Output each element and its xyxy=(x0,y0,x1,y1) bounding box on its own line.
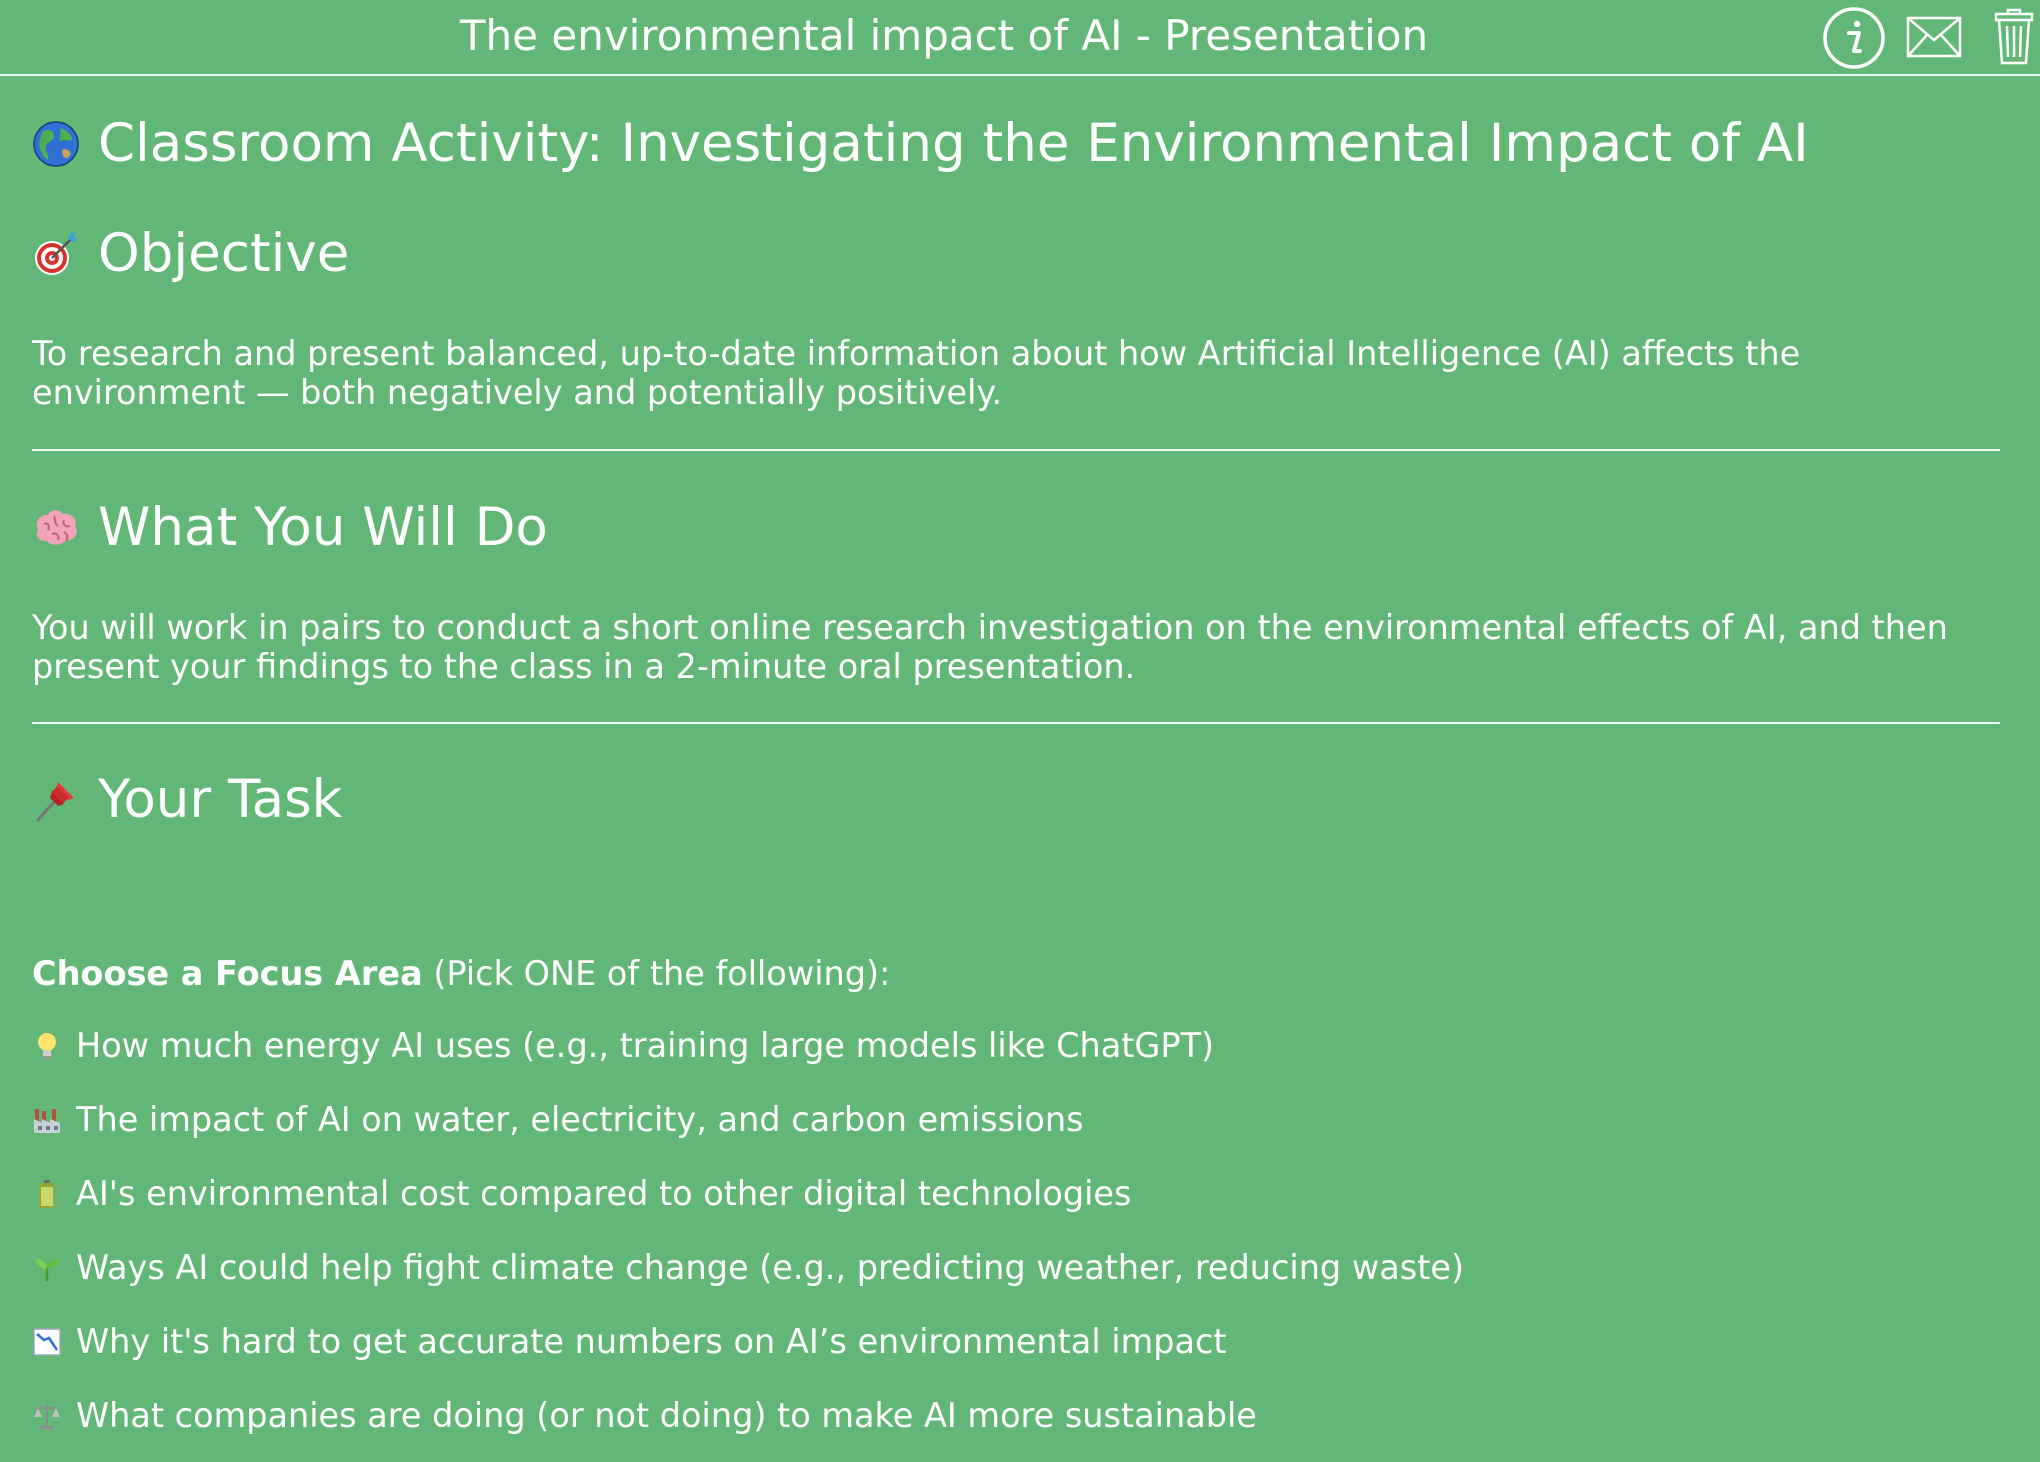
objective-text: To research and present balanced, up-to-… xyxy=(32,334,1801,412)
what-you-will-do-heading: What You Will Do xyxy=(32,498,548,558)
page-title-text: Classroom Activity: Investigating the En… xyxy=(98,113,1809,174)
objective-heading: Objective xyxy=(32,224,349,284)
focus-option-accurate-numbers: Why it's hard to get accurate numbers on… xyxy=(32,1322,1227,1362)
focus-option-companies: What companies are doing (or not doing) … xyxy=(32,1396,1257,1436)
balance-scale-icon xyxy=(34,1404,60,1429)
focus-option-energy: How much energy AI uses (e.g., training … xyxy=(32,1026,1214,1066)
focus-option-digital-cost: AI's environmental cost compared to othe… xyxy=(32,1174,1132,1214)
section-divider xyxy=(32,722,2000,724)
your-task-heading-text: Your Task xyxy=(98,769,343,830)
section-divider xyxy=(32,449,2000,451)
seedling-icon xyxy=(36,1258,60,1281)
focus-option-text: The impact of AI on water, electricity, … xyxy=(76,1100,1084,1139)
title-bar: The environmental impact of AI - Present… xyxy=(0,0,2040,76)
factory-icon xyxy=(34,1109,60,1133)
info-circle-icon[interactable] xyxy=(1822,6,1886,70)
window-title: The environmental impact of AI - Present… xyxy=(459,11,1429,60)
battery-icon xyxy=(39,1180,55,1208)
focus-option-text: Ways AI could help fight climate change … xyxy=(76,1248,1465,1287)
envelope-icon[interactable] xyxy=(1906,14,1962,60)
page-title: Classroom Activity: Investigating the En… xyxy=(32,114,1809,174)
chart-decreasing-icon xyxy=(33,1328,61,1356)
what-you-will-do-text: You will work in pairs to conduct a shor… xyxy=(32,608,1948,686)
focus-area-label-bold: Choose a Focus Area xyxy=(32,954,423,993)
focus-option-text: AI's environmental cost compared to othe… xyxy=(76,1174,1132,1213)
objective-heading-text: Objective xyxy=(98,223,350,284)
focus-option-text: How much energy AI uses (e.g., training … xyxy=(76,1026,1215,1065)
target-icon xyxy=(35,232,78,275)
brain-icon xyxy=(36,510,77,545)
pushpin-icon xyxy=(36,782,74,822)
focus-area-label-rest: (Pick ONE of the following): xyxy=(422,954,891,993)
focus-option-text: Why it's hard to get accurate numbers on… xyxy=(76,1322,1227,1361)
focus-option-climate-help: Ways AI could help fight climate change … xyxy=(32,1248,1464,1288)
your-task-heading: Your Task xyxy=(32,770,342,830)
trash-icon[interactable] xyxy=(1994,8,2034,66)
focus-option-text: What companies are doing (or not doing) … xyxy=(76,1396,1257,1435)
globe-icon xyxy=(33,121,79,167)
what-you-will-do-heading-text: What You Will Do xyxy=(98,497,548,558)
focus-area-label: Choose a Focus Area (Pick ONE of the fol… xyxy=(32,954,890,994)
lightbulb-icon xyxy=(38,1033,56,1059)
focus-option-water-electricity: The impact of AI on water, electricity, … xyxy=(32,1100,1084,1140)
